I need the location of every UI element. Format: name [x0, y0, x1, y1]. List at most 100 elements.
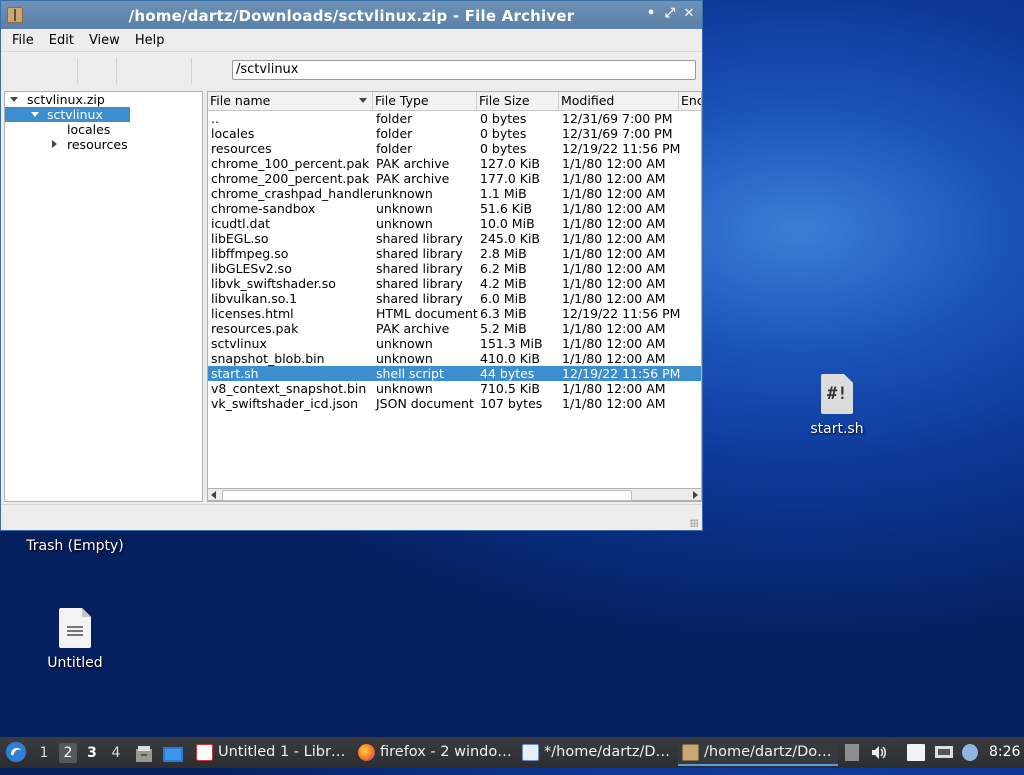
- resize-grip-icon[interactable]: [690, 519, 698, 527]
- expand-arrow-icon[interactable]: [31, 112, 39, 117]
- cell-type: unknown: [376, 381, 433, 396]
- cell-type: unknown: [376, 336, 433, 351]
- untitled-label[interactable]: Untitled: [35, 655, 115, 671]
- cell-modified: 1/1/80 12:00 AM: [562, 171, 666, 186]
- cell-modified: 1/1/80 12:00 AM: [562, 396, 666, 411]
- libreoffice-writer-icon: [196, 744, 213, 761]
- column-header-size[interactable]: File Size: [477, 92, 559, 110]
- table-row[interactable]: sctvlinux unknown 151.3 MiB 1/1/80 12:00 AM: [208, 336, 701, 351]
- collapsed-arrow-icon[interactable]: [52, 140, 57, 148]
- tree-item-resources[interactable]: resources: [67, 137, 128, 152]
- cell-modified: 1/1/80 12:00 AM: [562, 216, 666, 231]
- cell-size: 44 bytes: [480, 366, 535, 381]
- cell-type: folder: [376, 111, 413, 126]
- clock[interactable]: 8:26: [989, 737, 1020, 768]
- network-icon[interactable]: [934, 744, 954, 761]
- cell-name: licenses.html: [211, 306, 294, 321]
- menu-help[interactable]: Help: [128, 33, 173, 48]
- cell-type: unknown: [376, 186, 433, 201]
- cell-size: 0 bytes: [480, 141, 527, 156]
- scroll-left-arrow-icon[interactable]: [211, 491, 216, 499]
- workspace-1[interactable]: 1: [35, 743, 53, 763]
- trash-label[interactable]: Trash (Empty): [22, 538, 128, 554]
- taskbar-button-text-editor[interactable]: */home/dartz/D…: [518, 739, 699, 766]
- file-list-header: File name File Type File Size Modified E…: [208, 92, 701, 111]
- table-row[interactable]: start.sh shell script 44 bytes 12/19/22 11:…: [208, 366, 701, 381]
- cell-size: 0 bytes: [480, 126, 527, 141]
- table-row[interactable]: snapshot_blob.bin unknown 410.0 KiB 1/1/80 …: [208, 351, 701, 366]
- whisker-menu-icon[interactable]: [5, 741, 27, 763]
- table-row[interactable]: .. folder 0 bytes 12/31/69 7:00 PM: [208, 111, 701, 126]
- column-header-name[interactable]: File name: [208, 92, 373, 110]
- table-row[interactable]: libvk_swiftshader.so shared library 4.2 Mi…: [208, 276, 701, 291]
- cell-name: ..: [211, 111, 219, 126]
- table-row[interactable]: resources folder 0 bytes 12/19/22 11:56 PM: [208, 141, 701, 156]
- expand-arrow-icon[interactable]: [10, 97, 18, 102]
- file-manager-launcher-icon[interactable]: [135, 744, 153, 762]
- titlebar[interactable]: /home/dartz/Downloads/sctvlinux.zip - Fi…: [1, 1, 702, 29]
- location-field[interactable]: /sctvlinux: [232, 60, 696, 80]
- tree-item-label: sctvlinux: [47, 107, 103, 122]
- table-row[interactable]: libEGL.so shared library 245.0 KiB 1/1/80 1…: [208, 231, 701, 246]
- minimize-button[interactable]: •: [643, 6, 659, 22]
- cell-name: start.sh: [211, 366, 259, 381]
- taskbar-button-firefox[interactable]: firefox - 2 windo…: [354, 739, 540, 766]
- firefox-icon: [358, 744, 375, 761]
- cell-type: unknown: [376, 351, 433, 366]
- untitled-document-icon[interactable]: [59, 608, 91, 648]
- task-label: Untitled 1 - Libr…: [218, 744, 346, 760]
- tree-item-sctvlinux[interactable]: sctvlinux: [5, 107, 130, 122]
- toolbar-separator: [77, 58, 78, 84]
- table-row[interactable]: icudtl.dat unknown 10.0 MiB 1/1/80 12:00 AM: [208, 216, 701, 231]
- table-row[interactable]: v8_context_snapshot.bin unknown 710.5 KiB 1…: [208, 381, 701, 396]
- volume-icon[interactable]: [870, 744, 886, 761]
- cell-modified: 1/1/80 12:00 AM: [562, 186, 666, 201]
- table-row[interactable]: locales folder 0 bytes 12/31/69 7:00 PM: [208, 126, 701, 141]
- show-desktop-icon[interactable]: [163, 744, 183, 762]
- column-header-encrypted[interactable]: Enc: [679, 92, 701, 110]
- table-row[interactable]: libvulkan.so.1 shared library 6.0 MiB 1/1/8…: [208, 291, 701, 306]
- close-button[interactable]: ✕: [681, 6, 697, 22]
- menu-file[interactable]: File: [5, 33, 42, 48]
- column-header-modified[interactable]: Modified: [559, 92, 679, 110]
- table-row[interactable]: chrome_crashpad_handler unknown 1.1 MiB 1/1…: [208, 186, 701, 201]
- cell-modified: 1/1/80 12:00 AM: [562, 351, 666, 366]
- table-row[interactable]: libGLESv2.so shared library 6.2 MiB 1/1/80 …: [208, 261, 701, 276]
- menu-view[interactable]: View: [82, 33, 128, 48]
- cell-name: libGLESv2.so: [211, 261, 292, 276]
- folder-tree: sctvlinux.zip sctvlinux locales resource…: [4, 91, 203, 502]
- scrollbar-thumb[interactable]: [222, 490, 632, 501]
- maximize-button[interactable]: ⤢: [662, 6, 678, 22]
- cell-size: 5.2 MiB: [480, 321, 527, 336]
- start-sh-label[interactable]: start.sh: [800, 421, 874, 437]
- taskbar-button-libreoffice[interactable]: Untitled 1 - Libr…: [192, 739, 368, 766]
- workspace-3[interactable]: 3: [83, 743, 101, 763]
- workspace-4[interactable]: 4: [107, 743, 125, 763]
- menu-edit[interactable]: Edit: [42, 33, 82, 48]
- notification-icon[interactable]: [962, 744, 978, 761]
- file-archiver-icon: [682, 744, 699, 761]
- table-row[interactable]: chrome-sandbox unknown 51.6 KiB 1/1/80 12:0…: [208, 201, 701, 216]
- taskbar-button-file-archiver[interactable]: /home/dartz/Do…: [678, 739, 838, 766]
- table-row[interactable]: chrome_200_percent.pak PAK archive 177.0 K…: [208, 171, 701, 186]
- statusbar: [1, 504, 702, 531]
- table-row[interactable]: licenses.html HTML document 6.3 MiB 12/19/2…: [208, 306, 701, 321]
- eject-icon[interactable]: [845, 744, 859, 761]
- shell-script-icon[interactable]: #!: [821, 374, 853, 414]
- tree-item-locales[interactable]: locales: [67, 122, 110, 137]
- clipboard-icon[interactable]: [907, 744, 925, 761]
- scroll-right-arrow-icon[interactable]: [693, 491, 698, 499]
- table-row[interactable]: vk_swiftshader_icd.json JSON document 107 …: [208, 396, 701, 411]
- tree-item-root[interactable]: sctvlinux.zip: [27, 92, 105, 107]
- column-header-type[interactable]: File Type: [373, 92, 477, 110]
- horizontal-scrollbar[interactable]: [207, 488, 702, 501]
- workspace-2[interactable]: 2: [59, 743, 77, 763]
- table-row[interactable]: chrome_100_percent.pak PAK archive 127.0 K…: [208, 156, 701, 171]
- cell-size: 177.0 KiB: [480, 171, 541, 186]
- cell-size: 4.2 MiB: [480, 276, 527, 291]
- cell-name: snapshot_blob.bin: [211, 351, 325, 366]
- table-row[interactable]: resources.pak PAK archive 5.2 MiB 1/1/80 12…: [208, 321, 701, 336]
- table-row[interactable]: libffmpeg.so shared library 2.8 MiB 1/1/80 …: [208, 246, 701, 261]
- cell-name: libEGL.so: [211, 231, 269, 246]
- task-label: /home/dartz/Do…: [704, 744, 832, 760]
